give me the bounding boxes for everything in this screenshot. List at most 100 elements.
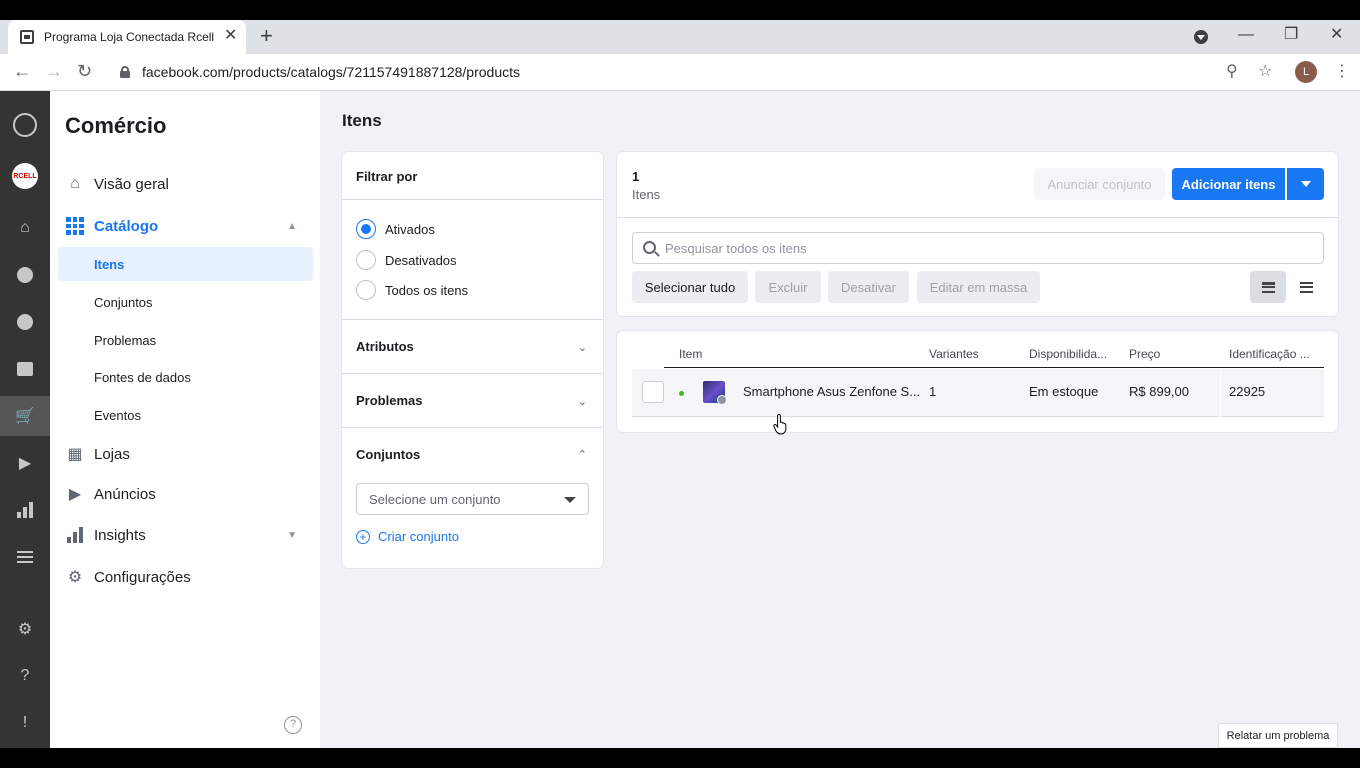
home-outline-icon: ⌂ [70, 175, 80, 192]
add-items-button[interactable]: Adicionar itens [1172, 168, 1285, 200]
inbox-icon[interactable] [0, 302, 50, 342]
browser-tab[interactable]: Programa Loja Conectada Rcell ✕ [8, 20, 246, 54]
sidebar-item-label: Catálogo [94, 217, 159, 235]
sidebar-item-catalog[interactable]: Catálogo ▲ [58, 209, 313, 243]
sidebar-title: Comércio [65, 113, 167, 138]
close-tab-icon[interactable]: ✕ [224, 27, 237, 45]
global-nav-rail: RCELL ⌂ 🛒 ▶ ⚙ ? ! [0, 91, 50, 748]
zoom-icon[interactable]: ⚲ [1226, 62, 1238, 82]
report-problem-button[interactable]: Relatar um problema [1218, 723, 1338, 748]
select-all-button[interactable]: Selecionar tudo [632, 271, 748, 303]
meta-business-logo-icon[interactable] [0, 105, 50, 145]
store-icon: ▦ [67, 446, 83, 463]
commerce-sidebar: Comércio ⌂ Visão geral Catálogo ▲ Itens … [50, 91, 320, 748]
ads-megaphone-icon[interactable]: ▶ [0, 443, 50, 483]
item-count: 1 [632, 169, 640, 184]
new-tab-button[interactable]: + [260, 24, 273, 48]
compact-view-button[interactable] [1250, 271, 1286, 303]
address-bar[interactable]: facebook.com/products/catalogs/721157491… [142, 64, 520, 80]
commerce-cart-icon[interactable]: 🛒 [0, 396, 50, 436]
help-circle-icon[interactable]: ? [284, 716, 302, 734]
column-header-price[interactable]: Preço [1129, 347, 1160, 361]
pages-icon[interactable] [0, 349, 50, 389]
grid-icon [66, 217, 84, 235]
sidebar-subitem-items[interactable]: Itens [58, 247, 313, 281]
minimize-icon[interactable]: — [1238, 25, 1254, 45]
column-header-availability[interactable]: Disponibilida... [1029, 347, 1107, 361]
search-placeholder: Pesquisar todos os itens [665, 240, 807, 256]
column-header-id[interactable]: Identificação ... [1229, 347, 1310, 361]
set-select-dropdown[interactable]: Selecione um conjunto [356, 483, 589, 515]
product-id: 22925 [1229, 384, 1266, 399]
column-header-variants[interactable]: Variantes [929, 347, 979, 361]
table-row[interactable]: Smartphone Asus Zenfone S... 1 Em estoqu… [632, 369, 1324, 417]
sidebar-subitem-events[interactable]: Eventos [58, 398, 313, 432]
sidebar-item-label: Lojas [94, 445, 130, 463]
tab-search-icon[interactable] [1194, 30, 1208, 44]
filter-section-problems[interactable]: Problemas [356, 393, 422, 408]
create-set-label: Criar conjunto [378, 529, 459, 544]
sidebar-item-overview[interactable]: ⌂ Visão geral [58, 167, 313, 201]
column-header-item[interactable]: Item [679, 347, 702, 361]
filter-option-all-items[interactable]: Todos os itens [356, 280, 468, 300]
filter-option-activated[interactable]: Ativados [356, 219, 435, 239]
profile-avatar[interactable]: L [1295, 61, 1317, 83]
sidebar-item-settings[interactable]: ⚙ Configurações [58, 560, 313, 594]
chevron-down-icon[interactable]: ⌄ [578, 395, 587, 408]
list-icon [1299, 281, 1313, 293]
create-set-link[interactable]: + Criar conjunto [356, 529, 459, 544]
divider [342, 199, 603, 200]
close-window-icon[interactable]: ✕ [1330, 25, 1343, 45]
product-variants: 1 [929, 384, 937, 399]
page-favicon-icon [20, 30, 34, 44]
sidebar-item-shops[interactable]: ▦ Lojas [58, 437, 313, 471]
help-icon[interactable]: ? [0, 656, 50, 696]
reload-icon[interactable]: ↻ [77, 61, 92, 81]
feedback-icon[interactable]: ! [0, 703, 50, 743]
search-items-input[interactable]: Pesquisar todos os itens [632, 232, 1324, 264]
back-icon[interactable]: ← [13, 61, 31, 81]
divider [342, 319, 603, 320]
business-avatar[interactable]: RCELL [0, 156, 50, 196]
chevron-down-icon: ▼ [287, 529, 297, 541]
product-name[interactable]: Smartphone Asus Zenfone S... [743, 384, 920, 399]
filter-section-sets[interactable]: Conjuntos [356, 447, 420, 462]
product-price: R$ 899,00 [1129, 384, 1189, 399]
hand-cursor-icon [773, 413, 787, 435]
activity-icon[interactable] [0, 255, 50, 295]
sidebar-item-ads[interactable]: ▶ Anúncios [58, 477, 313, 511]
radio-unselected[interactable] [356, 280, 376, 300]
add-items-dropdown-button[interactable] [1287, 168, 1324, 200]
sidebar-item-label: Insights [94, 526, 146, 544]
bar-chart-icon [66, 526, 84, 544]
chevron-up-icon[interactable]: ⌃ [578, 448, 587, 461]
insights-bar-icon[interactable] [0, 490, 50, 530]
bulk-edit-button[interactable]: Editar em massa [917, 271, 1040, 303]
browser-toolbar: ← → ↻ facebook.com/products/catalogs/721… [0, 54, 1360, 91]
sidebar-item-label: Configurações [94, 568, 191, 586]
home-icon[interactable]: ⌂ [0, 208, 50, 248]
commerce-app: RCELL ⌂ 🛒 ▶ ⚙ ? ! Comércio ⌂ Visão geral… [0, 91, 1360, 748]
list-view-button[interactable] [1288, 271, 1324, 303]
advertise-set-button[interactable]: Anunciar conjunto [1034, 168, 1165, 200]
sidebar-item-insights[interactable]: Insights ▼ [58, 518, 313, 552]
delete-button[interactable]: Excluir [755, 271, 821, 303]
settings-gear-icon[interactable]: ⚙ [0, 609, 50, 649]
deactivate-button[interactable]: Desativar [828, 271, 909, 303]
sidebar-subitem-sets[interactable]: Conjuntos [58, 285, 313, 319]
chevron-down-icon[interactable]: ⌄ [578, 341, 587, 354]
radio-selected[interactable] [356, 219, 376, 239]
lock-icon[interactable] [120, 66, 130, 78]
sidebar-subitem-data-sources[interactable]: Fontes de dados [58, 360, 313, 394]
row-checkbox[interactable] [642, 381, 664, 403]
all-tools-menu-icon[interactable] [0, 537, 50, 577]
filter-section-attributes[interactable]: Atributos [356, 339, 414, 354]
filter-option-deactivated[interactable]: Desativados [356, 250, 457, 270]
sidebar-subitem-problems[interactable]: Problemas [58, 323, 313, 357]
radio-unselected[interactable] [356, 250, 376, 270]
search-icon [643, 241, 656, 254]
browser-menu-icon[interactable]: ⋮ [1334, 62, 1350, 82]
restore-icon[interactable]: ❐ [1284, 25, 1298, 45]
bookmark-star-icon[interactable]: ☆ [1258, 62, 1272, 82]
forward-icon[interactable]: → [45, 61, 63, 81]
